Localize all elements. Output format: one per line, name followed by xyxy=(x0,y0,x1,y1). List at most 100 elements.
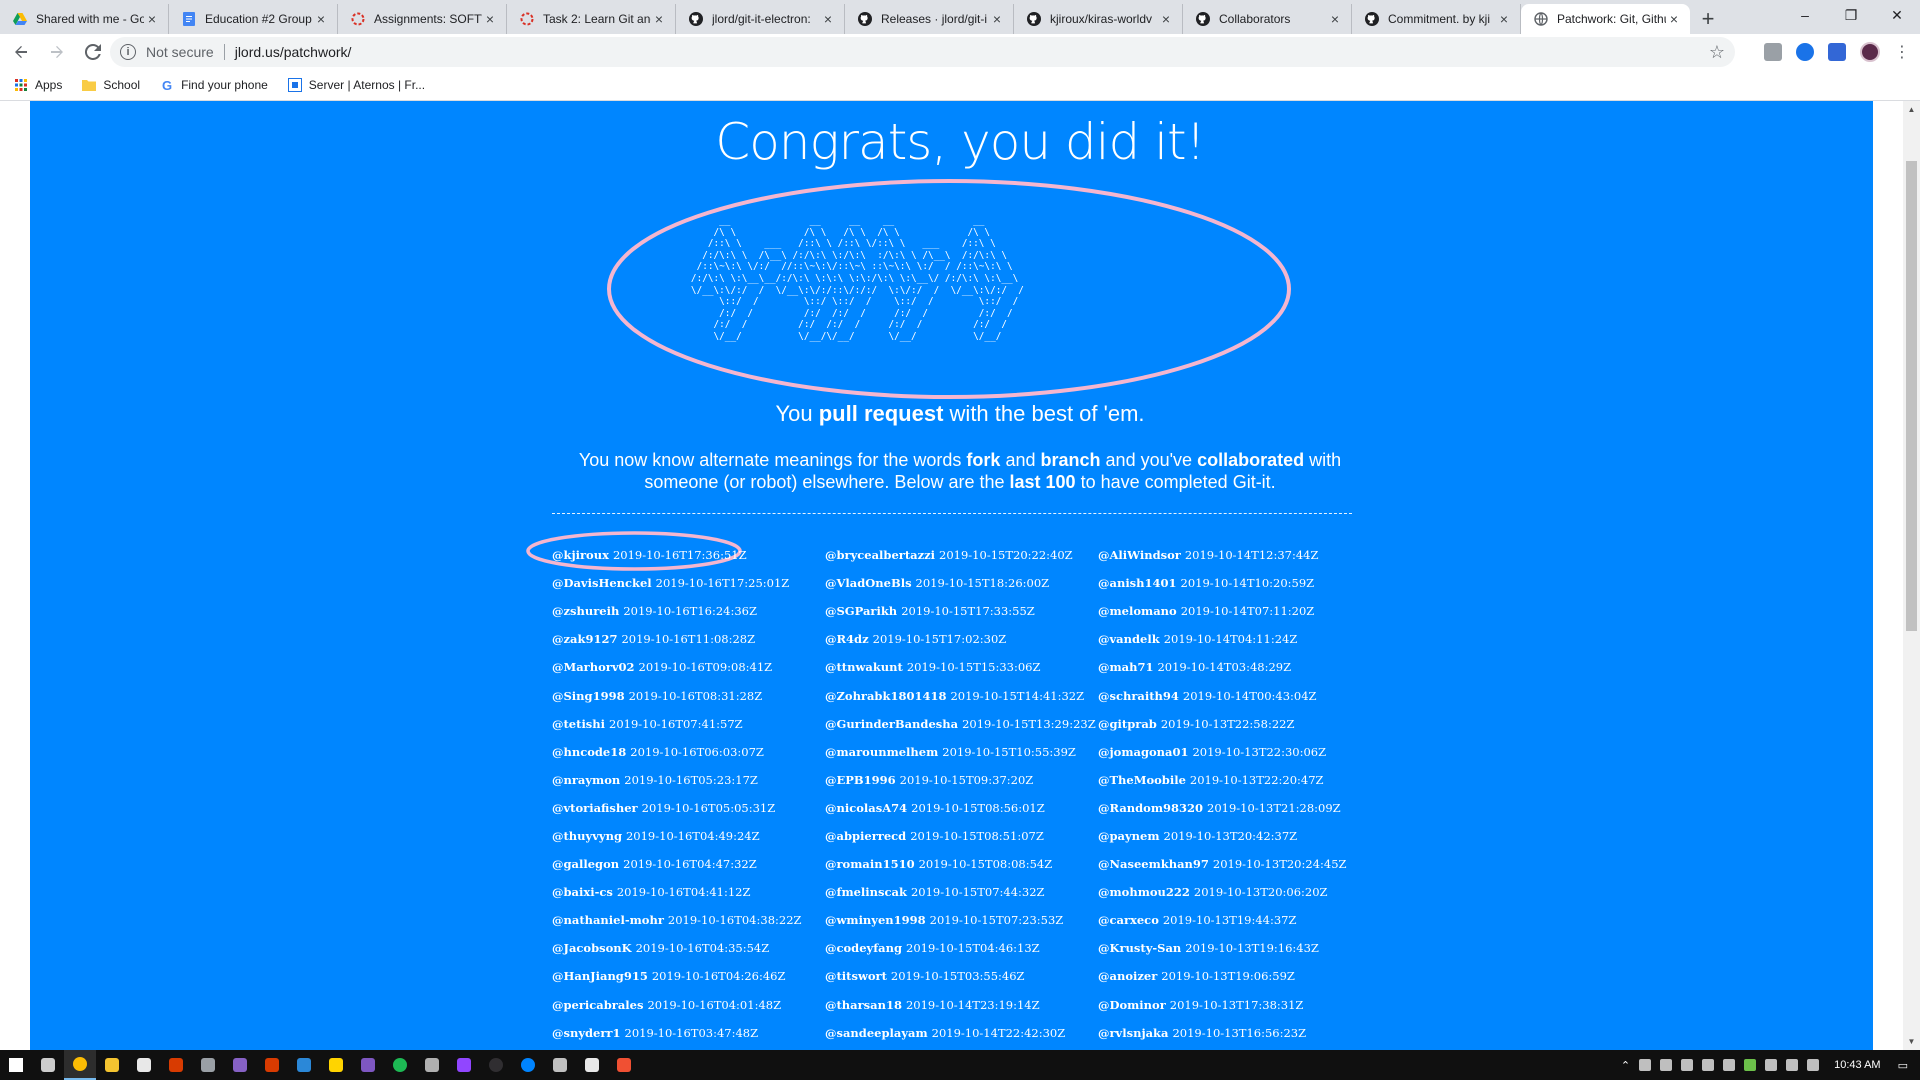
visual-studio-icon[interactable] xyxy=(224,1050,256,1080)
sticky-notes-icon[interactable] xyxy=(320,1050,352,1080)
nvidia-icon[interactable] xyxy=(1744,1059,1757,1071)
git-icon[interactable] xyxy=(608,1050,640,1080)
twitch-icon[interactable] xyxy=(448,1050,480,1080)
forward-button[interactable] xyxy=(42,37,72,67)
screen-snip-icon[interactable] xyxy=(192,1050,224,1080)
notepad-icon[interactable] xyxy=(128,1050,160,1080)
settings-icon[interactable] xyxy=(544,1050,576,1080)
page-scrollbar[interactable]: ▲ ▼ xyxy=(1903,101,1920,1050)
username-link[interactable]: @anoizer xyxy=(1098,969,1157,983)
info-icon[interactable]: i xyxy=(120,44,136,60)
username-link[interactable]: @VladOneBls xyxy=(825,576,912,590)
bookmark-school[interactable]: School xyxy=(82,78,140,92)
username-link[interactable]: @gitprab xyxy=(1098,717,1157,731)
username-link[interactable]: @anish1401 xyxy=(1098,576,1177,590)
username-link[interactable]: @R4dz xyxy=(825,632,869,646)
username-link[interactable]: @vtoriafisher xyxy=(552,801,638,815)
github-desktop-icon[interactable] xyxy=(352,1050,384,1080)
close-tab-icon[interactable]: × xyxy=(1496,11,1512,27)
defender-icon[interactable] xyxy=(1702,1059,1715,1071)
paint-icon[interactable] xyxy=(160,1050,192,1080)
spotify-icon[interactable] xyxy=(384,1050,416,1080)
username-link[interactable]: @sandeeplayam xyxy=(825,1026,928,1040)
username-link[interactable]: @thuyvyng xyxy=(552,829,622,843)
username-link[interactable]: @tetishi xyxy=(552,717,605,731)
username-link[interactable]: @zshureih xyxy=(552,604,619,618)
username-link[interactable]: @Random98320 xyxy=(1098,801,1203,815)
chrome-icon[interactable] xyxy=(64,1050,96,1080)
username-link[interactable]: @fmelinscak xyxy=(825,885,907,899)
username-link[interactable]: @mah71 xyxy=(1098,660,1153,674)
notifications-icon[interactable]: ▭ xyxy=(1898,1059,1908,1072)
username-link[interactable]: @vandelk xyxy=(1098,632,1160,646)
close-tab-icon[interactable]: × xyxy=(313,11,329,27)
username-link[interactable]: @AliWindsor xyxy=(1098,548,1181,562)
username-link[interactable]: @jomagona01 xyxy=(1098,745,1188,759)
username-link[interactable]: @pericabrales xyxy=(552,998,643,1012)
username-link[interactable]: @carxeco xyxy=(1098,913,1159,927)
scroll-up-arrow-icon[interactable]: ▲ xyxy=(1903,101,1920,118)
extension-icon[interactable] xyxy=(1764,43,1782,61)
new-tab-button[interactable]: + xyxy=(1690,4,1726,34)
username-link[interactable]: @SGParikh xyxy=(825,604,897,618)
username-link[interactable]: @nathaniel-mohr xyxy=(552,913,664,927)
close-tab-icon[interactable]: × xyxy=(1327,11,1343,27)
bookmark-find-your-phone[interactable]: G Find your phone xyxy=(160,78,268,93)
tray-chevron-icon[interactable]: ⌃ xyxy=(1621,1059,1630,1072)
browser-tab[interactable]: Collaborators × xyxy=(1183,4,1352,34)
username-link[interactable]: @nraymon xyxy=(552,773,620,787)
username-link[interactable]: @Naseemkhan97 xyxy=(1098,857,1209,871)
battery-icon[interactable] xyxy=(1765,1059,1778,1071)
close-tab-icon[interactable]: × xyxy=(820,11,836,27)
username-link[interactable]: @GurinderBandesha xyxy=(825,717,958,731)
browser-tab[interactable]: jlord/git-it-electron: × xyxy=(676,4,845,34)
minimize-button[interactable]: – xyxy=(1782,0,1828,30)
bluetooth-icon[interactable] xyxy=(1723,1059,1736,1071)
browser-tab[interactable]: Assignments: SOFTW × xyxy=(338,4,507,34)
username-link[interactable]: @Marhorv02 xyxy=(552,660,635,674)
menu-kebab-icon[interactable]: ⋮ xyxy=(1894,42,1910,62)
tray-icon[interactable] xyxy=(1681,1059,1694,1071)
onedrive-icon[interactable] xyxy=(1660,1059,1673,1071)
username-link[interactable]: @snyderr1 xyxy=(552,1026,621,1040)
username-link[interactable]: @kjiroux xyxy=(552,548,609,562)
close-tab-icon[interactable]: × xyxy=(144,11,160,27)
username-link[interactable]: @brycealbertazzi xyxy=(825,548,935,562)
url-text[interactable]: jlord.us/patchwork/ xyxy=(235,44,352,60)
browser-tab[interactable]: Releases · jlord/git-i × xyxy=(845,4,1014,34)
username-link[interactable]: @titswort xyxy=(825,969,887,983)
username-link[interactable]: @rvlsnjaka xyxy=(1098,1026,1168,1040)
username-link[interactable]: @paynem xyxy=(1098,829,1160,843)
messenger-icon[interactable] xyxy=(512,1050,544,1080)
username-link[interactable]: @tharsan18 xyxy=(825,998,902,1012)
pen-extension-icon[interactable] xyxy=(1796,43,1814,61)
username-link[interactable]: @romain1510 xyxy=(825,857,915,871)
taskbar-clock[interactable]: 10:43 AM xyxy=(1834,1059,1880,1071)
file-explorer-icon[interactable] xyxy=(96,1050,128,1080)
powershell-icon[interactable] xyxy=(288,1050,320,1080)
username-link[interactable]: @JacobsonK xyxy=(552,941,632,955)
profile-avatar[interactable] xyxy=(1860,42,1880,62)
username-link[interactable]: @schraith94 xyxy=(1098,689,1179,703)
username-link[interactable]: @wminyen1998 xyxy=(825,913,926,927)
bookmark-apps[interactable]: Apps xyxy=(14,78,62,92)
back-button[interactable] xyxy=(6,37,36,67)
username-link[interactable]: @abpierrecd xyxy=(825,829,906,843)
username-link[interactable]: @Zohrabk1801418 xyxy=(825,689,946,703)
browser-tab[interactable]: kjiroux/kiras-worldv × xyxy=(1014,4,1183,34)
username-link[interactable]: @zak9127 xyxy=(552,632,617,646)
username-link[interactable]: @Sing1998 xyxy=(552,689,625,703)
username-link[interactable]: @Dominor xyxy=(1098,998,1166,1012)
close-tab-icon[interactable]: × xyxy=(482,11,498,27)
browser-tab[interactable]: Education #2 Group × xyxy=(169,4,338,34)
username-link[interactable]: @gallegon xyxy=(552,857,619,871)
bookmark-star-icon[interactable]: ☆ xyxy=(1709,42,1725,63)
username-link[interactable]: @DavisHenckel xyxy=(552,576,652,590)
reload-button[interactable] xyxy=(78,37,108,67)
username-link[interactable]: @marounmelhem xyxy=(825,745,938,759)
mail-icon[interactable] xyxy=(416,1050,448,1080)
browser-tab[interactable]: Commitment. by kji × xyxy=(1352,4,1521,34)
windows-start-icon[interactable] xyxy=(0,1050,32,1080)
close-window-button[interactable]: ✕ xyxy=(1874,0,1920,30)
close-tab-icon[interactable]: × xyxy=(1666,11,1682,27)
